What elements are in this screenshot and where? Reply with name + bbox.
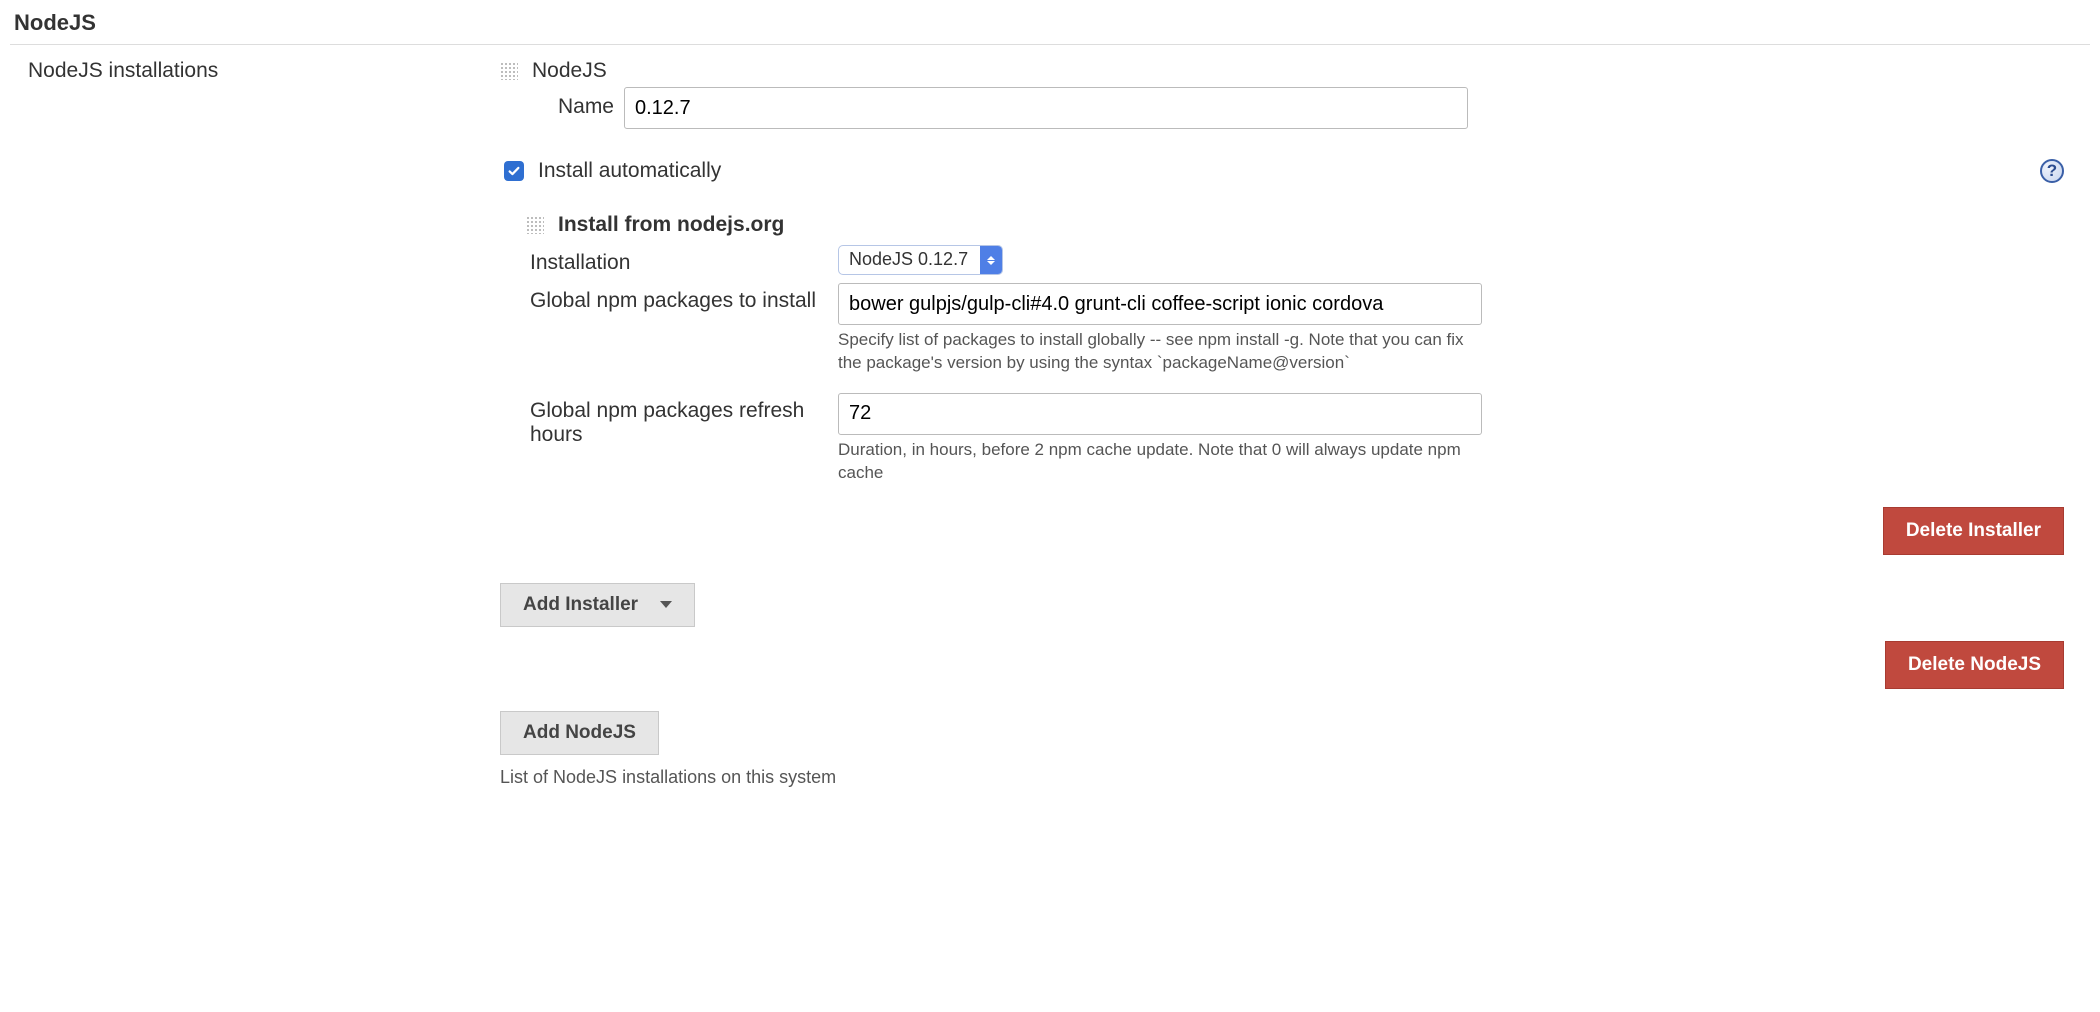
delete-installer-button[interactable]: Delete Installer [1883,507,2064,555]
section-title: NodeJS [10,10,2090,45]
add-installer-label: Add Installer [523,594,638,616]
entry-heading: NodeJS [532,59,607,83]
drag-handle-icon[interactable] [526,216,544,234]
name-input[interactable] [624,87,1468,129]
name-label: Name [500,87,624,119]
caret-down-icon [660,601,672,608]
refresh-hours-label: Global npm packages refresh hours [526,393,838,447]
global-packages-input[interactable] [838,283,1482,325]
add-nodejs-button[interactable]: Add NodeJS [500,711,659,755]
delete-nodejs-button[interactable]: Delete NodeJS [1885,641,2064,689]
chevron-up-down-icon [980,246,1002,274]
refresh-hours-help: Duration, in hours, before 2 npm cache u… [838,439,1482,485]
check-icon [507,164,521,178]
install-automatically-label: Install automatically [538,159,2040,183]
global-packages-help: Specify list of packages to install glob… [838,329,1482,375]
installations-footer-note: List of NodeJS installations on this sys… [500,767,2070,788]
installations-label: NodeJS installations [10,59,500,83]
install-automatically-checkbox[interactable] [504,161,524,181]
add-installer-button[interactable]: Add Installer [500,583,695,627]
installer-heading: Install from nodejs.org [558,213,784,237]
installation-label: Installation [526,245,838,275]
refresh-hours-input[interactable] [838,393,1482,435]
global-packages-label: Global npm packages to install [526,283,838,313]
drag-handle-icon[interactable] [500,62,518,80]
help-icon[interactable]: ? [2040,159,2064,183]
installation-select[interactable]: NodeJS 0.12.7 [838,245,1003,275]
installation-selected: NodeJS 0.12.7 [839,246,980,274]
